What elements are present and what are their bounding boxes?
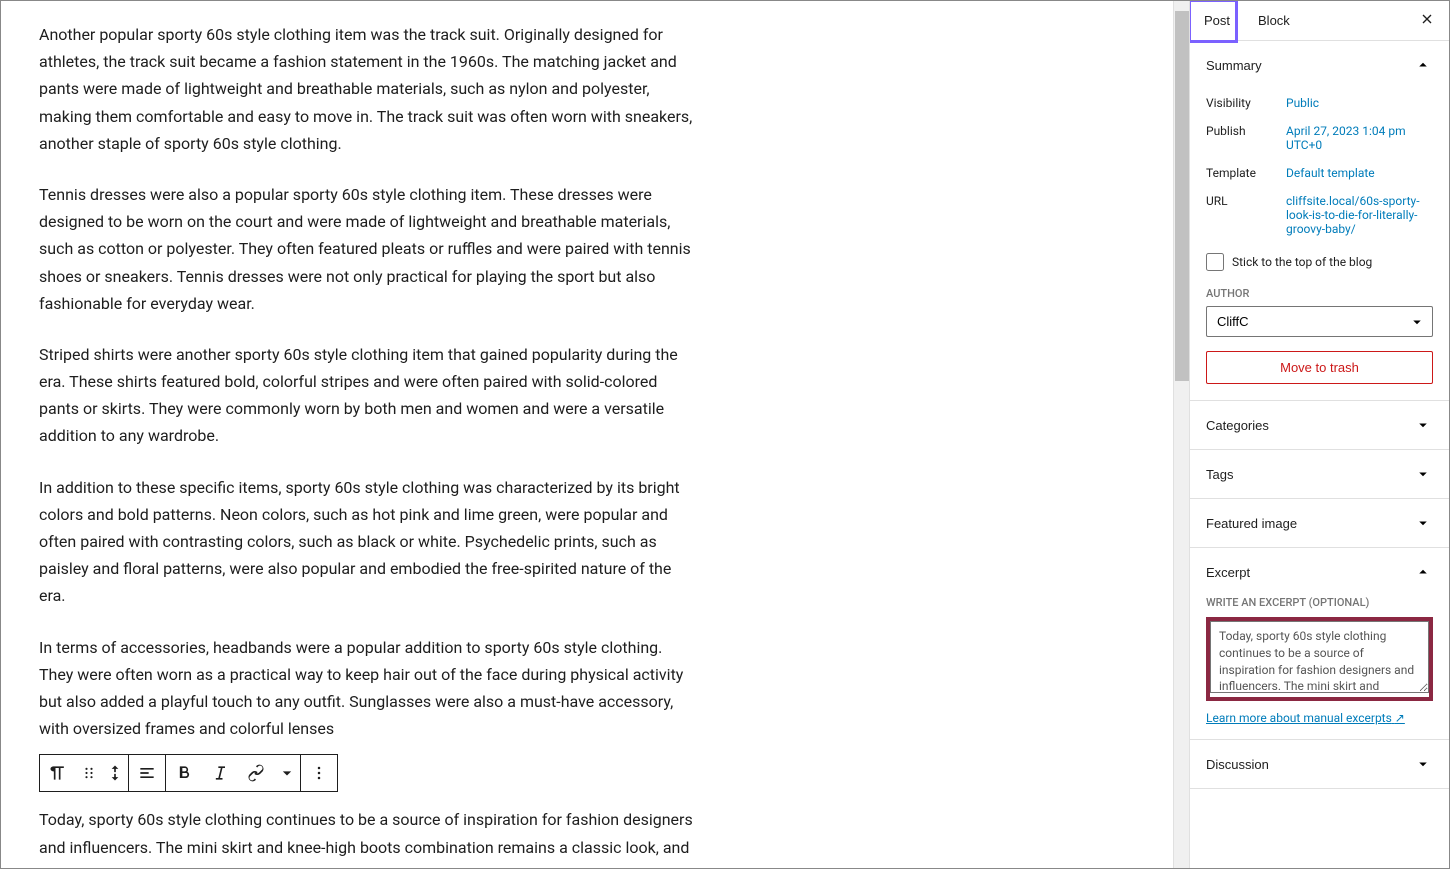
- tags-header[interactable]: Tags: [1190, 450, 1449, 498]
- scrollbar-thumb[interactable]: [1175, 11, 1189, 381]
- italic-button[interactable]: [202, 755, 238, 791]
- external-link-icon: ↗: [1395, 711, 1405, 725]
- featured-image-header[interactable]: Featured image: [1190, 499, 1449, 547]
- drag-handle-button[interactable]: [76, 755, 102, 791]
- tags-panel: Tags: [1190, 450, 1449, 499]
- editor-content: Another popular sporty 60s style clothin…: [39, 21, 699, 868]
- options-button[interactable]: [301, 755, 337, 791]
- url-label: URL: [1206, 194, 1286, 208]
- categories-header[interactable]: Categories: [1190, 401, 1449, 449]
- close-sidebar-button[interactable]: [1405, 1, 1449, 40]
- chevron-up-icon: [1413, 55, 1433, 75]
- summary-panel: Summary Visibility Public Publish April …: [1190, 41, 1449, 401]
- visibility-label: Visibility: [1206, 96, 1286, 110]
- link-button[interactable]: [238, 755, 274, 791]
- paragraph-block[interactable]: Today, sporty 60s style clothing continu…: [39, 806, 699, 868]
- summary-title: Summary: [1206, 58, 1262, 73]
- paragraph-block[interactable]: Another popular sporty 60s style clothin…: [39, 21, 699, 157]
- tags-title: Tags: [1206, 467, 1233, 482]
- paragraph-type-button[interactable]: [40, 755, 76, 791]
- categories-panel: Categories: [1190, 401, 1449, 450]
- excerpt-learn-more-link[interactable]: Learn more about manual excerpts ↗: [1206, 711, 1405, 725]
- sidebar-tabs: Post Block: [1190, 1, 1449, 41]
- bold-button[interactable]: [166, 755, 202, 791]
- paragraph-block[interactable]: Tennis dresses were also a popular sport…: [39, 181, 699, 317]
- author-select[interactable]: CliffC: [1206, 306, 1433, 337]
- excerpt-field-label: WRITE AN EXCERPT (OPTIONAL): [1190, 596, 1449, 617]
- discussion-title: Discussion: [1206, 757, 1269, 772]
- align-button[interactable]: [129, 755, 165, 791]
- editor-area[interactable]: Another popular sporty 60s style clothin…: [1, 1, 1173, 868]
- author-heading: AUTHOR: [1206, 281, 1433, 306]
- sticky-checkbox-row[interactable]: Stick to the top of the blog: [1206, 243, 1433, 281]
- move-updown-button[interactable]: [102, 755, 128, 791]
- excerpt-panel: Excerpt WRITE AN EXCERPT (OPTIONAL) Lear…: [1190, 548, 1449, 740]
- block-toolbar: [39, 754, 338, 792]
- post-tab[interactable]: Post: [1190, 1, 1244, 40]
- sticky-label: Stick to the top of the blog: [1232, 255, 1372, 269]
- template-label: Template: [1206, 166, 1286, 180]
- chevron-down-icon: [1413, 415, 1433, 435]
- discussion-panel: Discussion: [1190, 740, 1449, 789]
- featured-image-panel: Featured image: [1190, 499, 1449, 548]
- chevron-up-icon: [1413, 562, 1433, 582]
- settings-sidebar: Post Block Summary Visibility Public Pub…: [1189, 1, 1449, 868]
- paragraph-block[interactable]: Striped shirts were another sporty 60s s…: [39, 341, 699, 450]
- publish-value[interactable]: April 27, 2023 1:04 pm UTC+0: [1286, 124, 1433, 152]
- template-value[interactable]: Default template: [1286, 166, 1433, 180]
- chevron-down-icon: [1413, 464, 1433, 484]
- excerpt-header[interactable]: Excerpt: [1190, 548, 1449, 596]
- chevron-down-icon: [1413, 513, 1433, 533]
- featured-image-title: Featured image: [1206, 516, 1297, 531]
- chevron-down-icon: [1413, 754, 1433, 774]
- discussion-header[interactable]: Discussion: [1190, 740, 1449, 788]
- paragraph-block[interactable]: In addition to these specific items, spo…: [39, 474, 699, 610]
- editor-scrollbar[interactable]: [1173, 1, 1189, 868]
- more-formatting-button[interactable]: [274, 755, 300, 791]
- summary-header[interactable]: Summary: [1190, 41, 1449, 89]
- move-to-trash-button[interactable]: Move to trash: [1206, 351, 1433, 384]
- paragraph-block[interactable]: In terms of accessories, headbands were …: [39, 634, 699, 743]
- excerpt-highlight: [1206, 617, 1433, 701]
- excerpt-title: Excerpt: [1206, 565, 1250, 580]
- excerpt-textarea[interactable]: [1210, 621, 1429, 693]
- categories-title: Categories: [1206, 418, 1269, 433]
- sticky-checkbox[interactable]: [1206, 253, 1224, 271]
- visibility-value[interactable]: Public: [1286, 96, 1433, 110]
- url-value[interactable]: cliffsite.local/60s-sporty-look-is-to-di…: [1286, 194, 1433, 236]
- publish-label: Publish: [1206, 124, 1286, 138]
- block-tab[interactable]: Block: [1244, 1, 1304, 40]
